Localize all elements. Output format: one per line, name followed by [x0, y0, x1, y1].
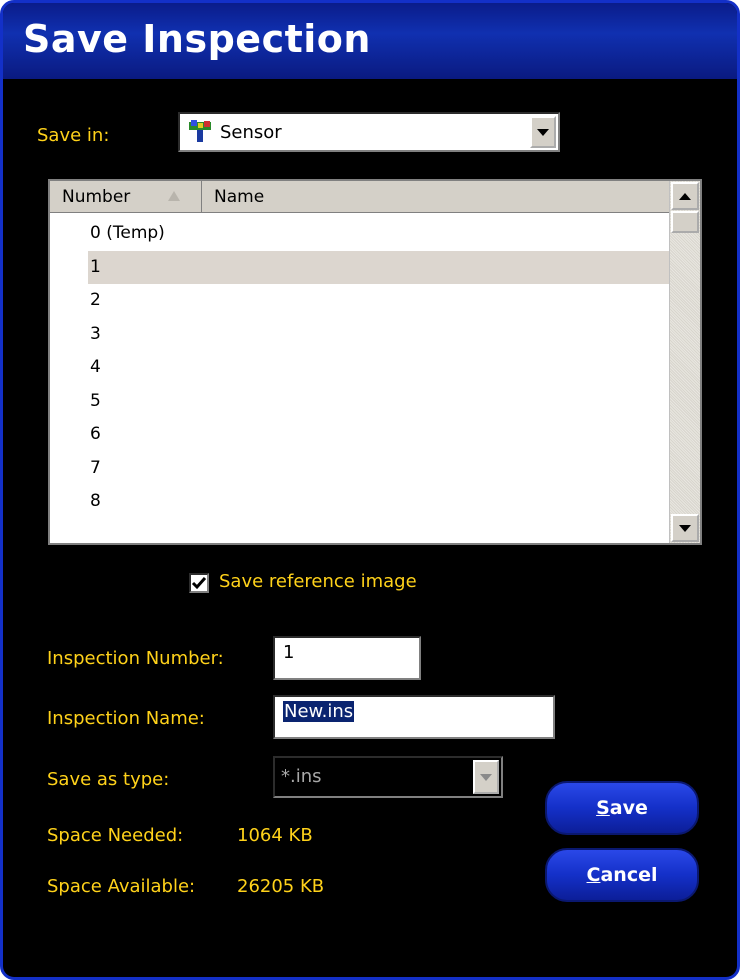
chevron-up-icon	[679, 192, 691, 200]
row-number: 2	[90, 290, 101, 310]
list-item[interactable]: 3	[50, 318, 670, 352]
chevron-down-icon	[679, 524, 691, 532]
row-number: 0	[90, 223, 101, 243]
save-in-dropdown-button[interactable]	[530, 116, 556, 148]
row-name: (Temp)	[106, 223, 165, 243]
scroll-up-button[interactable]	[671, 182, 699, 210]
inspection-name-field[interactable]: New.ins	[273, 695, 555, 739]
list-item[interactable]: 2	[50, 284, 670, 318]
title-bar[interactable]: Save Inspection	[3, 3, 737, 79]
list-item[interactable]: 6	[50, 418, 670, 452]
space-available-label: Space Available:	[47, 876, 196, 897]
list-scrollbar[interactable]	[669, 181, 700, 543]
inspection-number-value: 1	[283, 642, 295, 663]
save-in-label: Save in:	[37, 125, 110, 146]
save-inspection-dialog: Save Inspection Save in: Sensor Number N…	[0, 0, 740, 980]
save-in-value: Sensor	[220, 122, 282, 143]
space-available-value: 26205 KB	[237, 876, 325, 897]
column-header-name[interactable]: Name	[202, 181, 670, 213]
save-as-type-dropdown[interactable]: *.ins	[273, 756, 503, 798]
save-as-type-dropdown-button[interactable]	[473, 760, 499, 794]
scroll-thumb[interactable]	[671, 211, 699, 233]
save-reference-image-label[interactable]: Save reference image	[219, 571, 417, 592]
dialog-title: Save Inspection	[23, 17, 371, 61]
checkmark-icon	[191, 577, 207, 590]
column-header-number-label: Number	[62, 187, 131, 207]
list-item[interactable]: 7	[50, 452, 670, 486]
sensor-icon	[188, 120, 212, 142]
row-number: 7	[90, 457, 101, 478]
list-rows: 0 (Temp) 1 2 3 4 5 6 7 8	[50, 217, 670, 519]
inspection-name-value: New.ins	[283, 701, 355, 722]
save-button-label: ave	[609, 797, 648, 819]
cancel-button-mnemonic: C	[586, 864, 601, 886]
inspection-name-label: Inspection Name:	[47, 708, 205, 729]
list-item[interactable]: 8	[50, 485, 670, 519]
inspection-number-label: Inspection Number:	[47, 648, 224, 669]
cancel-button[interactable]: Cancel	[545, 848, 699, 902]
save-button-mnemonic: S	[596, 797, 610, 819]
list-item[interactable]: 4	[50, 351, 670, 385]
sort-ascending-icon	[168, 191, 180, 201]
row-number: 8	[90, 491, 101, 511]
row-number: 6	[90, 424, 101, 444]
column-header-number[interactable]: Number	[50, 181, 202, 213]
row-number: 4	[90, 357, 101, 377]
cancel-button-label: ancel	[600, 864, 658, 886]
row-number: 5	[90, 390, 101, 411]
chevron-down-icon	[480, 773, 492, 781]
list-item[interactable]: 5	[50, 385, 670, 419]
save-in-dropdown[interactable]: Sensor	[178, 112, 560, 152]
list-item[interactable]: 0 (Temp)	[50, 217, 670, 251]
save-reference-image-checkbox[interactable]	[189, 573, 209, 593]
space-needed-value: 1064 KB	[237, 825, 313, 846]
inspection-number-field[interactable]: 1	[273, 636, 421, 680]
row-number: 3	[90, 323, 101, 344]
save-as-type-label: Save as type:	[47, 769, 170, 790]
scroll-down-button[interactable]	[671, 514, 699, 542]
save-button[interactable]: Save	[545, 781, 699, 835]
list-item-selected[interactable]: 1	[88, 250, 670, 284]
inspection-list[interactable]: Number Name 0 (Temp) 1 2 3 4 5 6 7 8	[48, 179, 702, 545]
chevron-down-icon	[537, 128, 549, 136]
save-as-type-value: *.ins	[281, 766, 322, 787]
column-header-name-label: Name	[214, 187, 265, 207]
space-needed-label: Space Needed:	[47, 825, 184, 846]
row-number: 1	[90, 256, 101, 277]
